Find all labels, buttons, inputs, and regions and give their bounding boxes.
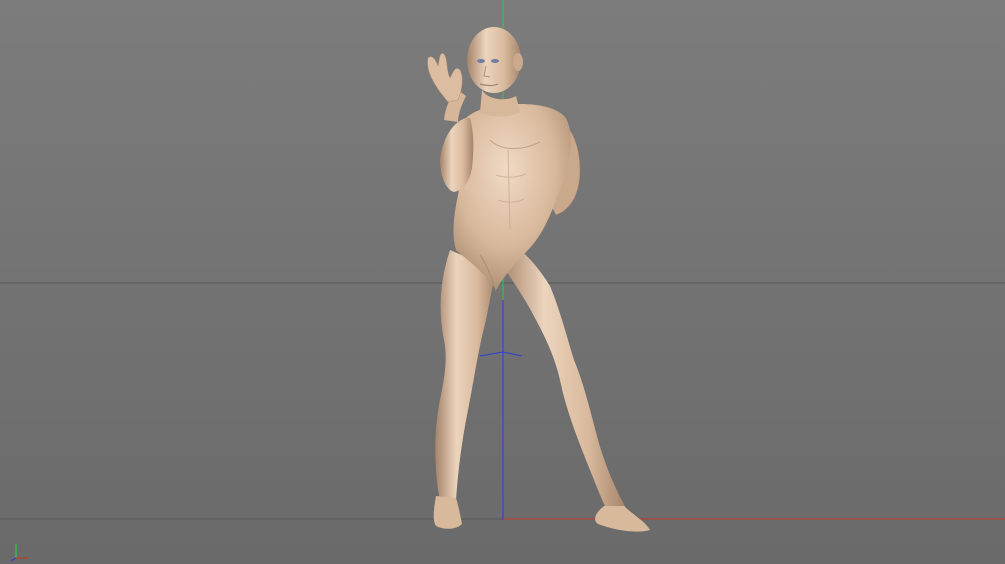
3d-viewport[interactable] xyxy=(0,0,1005,564)
orientation-axes-icon[interactable] xyxy=(8,540,34,562)
viewport-scene xyxy=(0,0,1005,564)
